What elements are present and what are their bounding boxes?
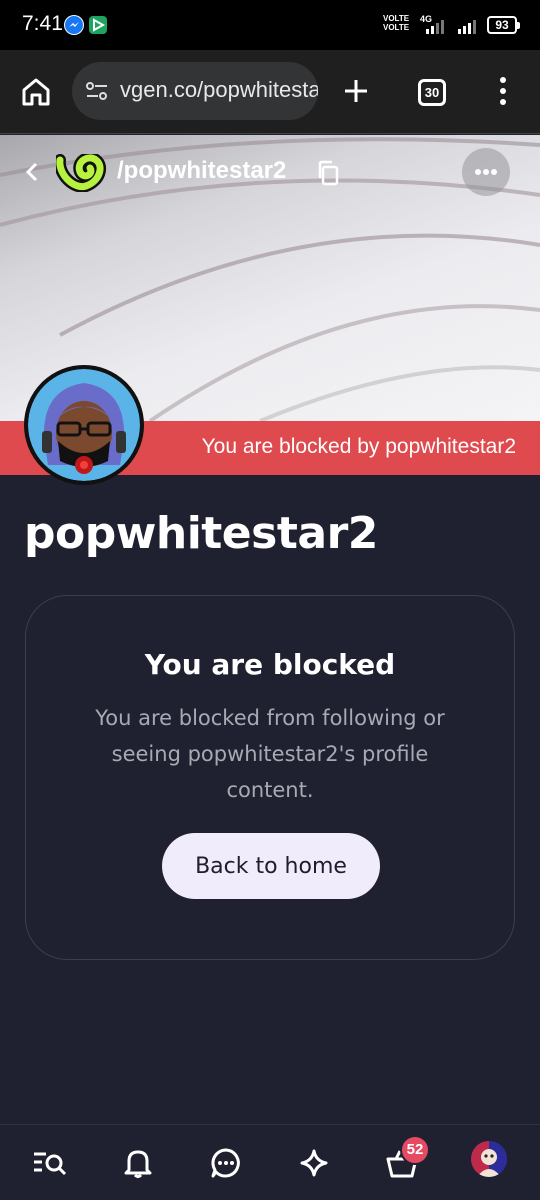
messages-icon[interactable] (204, 1141, 248, 1185)
vgen-logo-icon[interactable] (56, 154, 108, 192)
browse-icon[interactable] (28, 1141, 72, 1185)
new-tab-icon[interactable] (342, 77, 370, 105)
home-icon[interactable] (20, 77, 52, 107)
site-settings-icon[interactable] (85, 81, 109, 101)
bottom-nav (0, 1124, 540, 1200)
profile-path: /popwhitestar2 (117, 157, 287, 184)
status-time: 7:41 (22, 12, 63, 35)
play-games-icon (88, 15, 108, 35)
cart-count-badge: 52 (400, 1135, 430, 1165)
battery-icon: 93 (487, 16, 520, 34)
sparkle-icon[interactable] (292, 1141, 336, 1185)
blocked-banner-text: You are blocked by popwhitestar2 (201, 435, 516, 458)
signal-icon (426, 20, 444, 34)
profile-username: popwhitestar2 (24, 508, 378, 559)
profile-avatar (24, 365, 144, 485)
back-chevron-icon[interactable] (24, 161, 40, 183)
signal-icon-2 (458, 20, 476, 34)
more-icon (475, 169, 497, 175)
browser-toolbar: vgen.co/popwhitestar2 (0, 50, 540, 134)
blocked-card: You are blocked You are blocked from fol… (25, 595, 515, 960)
more-options-button[interactable] (462, 148, 510, 196)
blocked-card-message: You are blocked from following or seeing… (95, 706, 445, 802)
url-text[interactable]: vgen.co/popwhitestar2 (120, 77, 318, 103)
blocked-card-title: You are blocked (144, 648, 396, 681)
screen: 7:41 VOLTE VOLTE 4G 93 vgen.co/popwhites… (0, 0, 540, 1200)
status-bar: 7:41 VOLTE VOLTE 4G 93 (0, 0, 540, 50)
notifications-icon[interactable] (116, 1141, 160, 1185)
messenger-icon (64, 15, 84, 35)
copy-icon[interactable] (316, 160, 340, 186)
volte-indicator: VOLTE VOLTE (383, 14, 410, 32)
address-bar[interactable]: vgen.co/popwhitestar2 (72, 62, 318, 120)
tabs-icon[interactable]: 30 (418, 79, 446, 106)
profile-avatar-button[interactable] (471, 1141, 507, 1177)
back-to-home-button[interactable]: Back to home (162, 833, 380, 899)
menu-icon[interactable] (496, 76, 510, 106)
